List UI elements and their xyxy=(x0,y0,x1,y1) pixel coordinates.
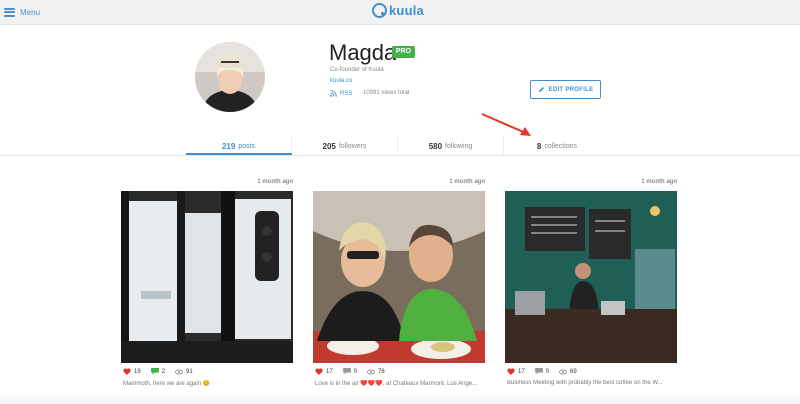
post-time: 1 month ago xyxy=(641,179,677,185)
post-photo[interactable] xyxy=(313,191,485,363)
tab-following[interactable]: 580 following xyxy=(398,136,504,156)
views-indicator: 76 xyxy=(367,369,385,375)
views-total: 10991 views total xyxy=(363,90,410,96)
following-label: following xyxy=(445,142,473,150)
eye-icon xyxy=(367,369,376,374)
comment-button[interactable]: 2 xyxy=(150,368,166,375)
posts-label: posts xyxy=(238,142,256,150)
kuula-logo-icon xyxy=(372,3,387,18)
logo-text: kuula xyxy=(389,3,424,18)
website-link[interactable]: kuula.co xyxy=(330,78,352,84)
like-count: 17 xyxy=(518,368,525,375)
followers-label: followers xyxy=(338,142,367,150)
like-button[interactable]: 19 xyxy=(123,368,141,375)
views-indicator: 69 xyxy=(559,369,577,375)
comment-icon xyxy=(534,368,543,375)
view-count: 91 xyxy=(186,368,193,375)
post-caption: Love is in the air ❤️❤️❤️, at Chateaux M… xyxy=(315,381,478,387)
avatar-image xyxy=(195,42,265,112)
heart-icon xyxy=(315,368,323,375)
comment-icon xyxy=(342,368,351,375)
heart-icon xyxy=(507,368,515,375)
rss-icon xyxy=(330,90,337,97)
divider xyxy=(0,155,800,156)
tab-followers[interactable]: 205 followers xyxy=(292,136,398,156)
comment-icon xyxy=(150,368,159,375)
post-meta: 19 2 91 xyxy=(123,368,193,375)
post-meta: 17 0 69 xyxy=(507,368,577,375)
avatar xyxy=(195,42,265,112)
pencil-icon xyxy=(538,86,544,93)
page-bottom-fade xyxy=(0,394,800,404)
collections-label: collections xyxy=(544,142,578,150)
comment-button[interactable]: 0 xyxy=(342,368,358,375)
post-photo-image xyxy=(121,191,293,363)
comment-count: 2 xyxy=(161,368,166,375)
edit-profile-label: EDIT PROFILE xyxy=(548,86,594,93)
like-count: 17 xyxy=(326,368,333,375)
view-count: 69 xyxy=(570,368,577,375)
comment-count: 0 xyxy=(353,368,358,375)
following-count: 580 xyxy=(428,141,443,151)
post-meta: 17 0 76 xyxy=(315,368,385,375)
post-photo[interactable] xyxy=(121,191,293,363)
tab-collections[interactable]: 8 collections xyxy=(504,136,610,156)
collections-count: 8 xyxy=(536,141,542,151)
like-count: 19 xyxy=(134,368,141,375)
post-caption: Mammoth, here we are again 😊 xyxy=(123,381,211,387)
rss-label: RSS xyxy=(340,90,353,97)
menu-label: Menu xyxy=(20,7,41,17)
rss-link[interactable]: RSS xyxy=(330,90,352,97)
pro-badge: PRO xyxy=(392,46,415,58)
eye-icon xyxy=(559,369,568,374)
profile-subtitle: Co-founder of Kuula xyxy=(330,67,384,73)
comment-button[interactable]: 0 xyxy=(534,368,550,375)
post-photo[interactable] xyxy=(505,191,677,363)
eye-icon xyxy=(175,369,184,374)
followers-count: 205 xyxy=(322,141,336,151)
top-bar: Menu kuula xyxy=(0,0,800,25)
views-indicator: 91 xyxy=(175,369,193,375)
menu-button[interactable]: Menu xyxy=(4,5,40,19)
comment-count: 0 xyxy=(545,368,550,375)
hamburger-icon xyxy=(4,7,15,17)
profile-name: Magda xyxy=(329,40,397,65)
post-photo-image xyxy=(505,191,677,363)
post-caption: Business Meeting with probably the best … xyxy=(507,380,663,386)
like-button[interactable]: 17 xyxy=(507,368,525,375)
post-photo-image xyxy=(313,191,485,363)
like-button[interactable]: 17 xyxy=(315,368,333,375)
view-count: 76 xyxy=(378,368,385,375)
post-time: 1 month ago xyxy=(257,179,293,185)
post-time: 1 month ago xyxy=(449,179,485,185)
kuula-logo[interactable]: kuula xyxy=(372,3,424,18)
posts-count: 219 xyxy=(221,141,236,151)
heart-icon xyxy=(123,368,131,375)
edit-profile-button[interactable]: EDIT PROFILE xyxy=(530,80,601,99)
